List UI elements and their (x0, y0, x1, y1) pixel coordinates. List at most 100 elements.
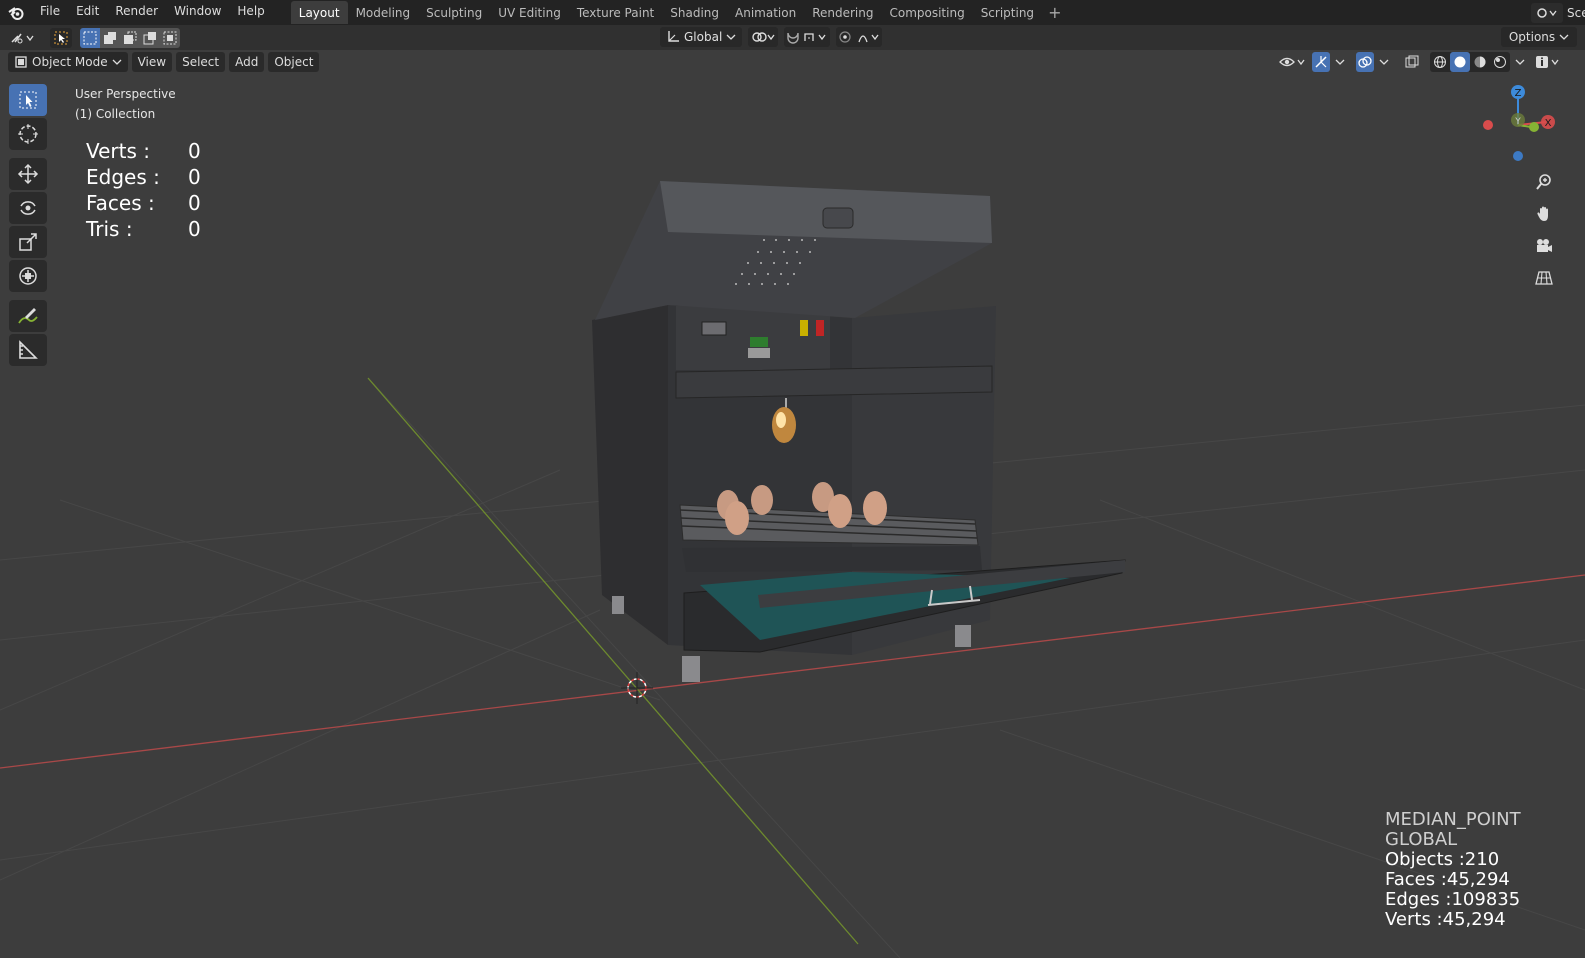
transform-orientation-dropdown[interactable]: Global (660, 27, 743, 47)
tris-label: Tris : (86, 217, 133, 241)
shading-material-button[interactable] (1470, 52, 1490, 72)
objects-count-text: Objects :210 (1385, 849, 1500, 870)
gizmo-z-label: Z (1515, 88, 1522, 99)
zoom-icon (1536, 174, 1551, 190)
menu-edit[interactable]: Edit (68, 0, 107, 25)
solid-sphere-icon (1454, 56, 1466, 68)
shading-solid-button[interactable] (1450, 52, 1470, 72)
scene-icon (1537, 7, 1557, 18)
add-workspace-button[interactable]: + (1042, 3, 1067, 22)
chevron-down-icon (726, 34, 736, 40)
overlays-toggle-button[interactable] (1356, 52, 1374, 72)
select-extend-button[interactable] (100, 27, 120, 48)
annotate-pencil-icon (18, 308, 38, 324)
tab-modeling[interactable]: Modeling (348, 1, 419, 24)
gizmo-toggle-button[interactable] (1312, 52, 1330, 72)
tool-scale[interactable] (9, 226, 47, 258)
menu-window[interactable]: Window (166, 0, 229, 25)
tab-compositing[interactable]: Compositing (881, 1, 972, 24)
select-extend-icon (104, 31, 116, 44)
tab-animation[interactable]: Animation (727, 1, 804, 24)
zoom-button[interactable] (1530, 168, 1558, 196)
incubator-model[interactable] (592, 181, 1126, 682)
tab-sculpting[interactable]: Sculpting (418, 1, 490, 24)
verts-count-text: Verts :45,294 (1385, 909, 1506, 930)
shading-dropdown[interactable] (1514, 52, 1526, 72)
tool-annotate[interactable] (9, 300, 47, 332)
info-dropdown[interactable] (1534, 52, 1562, 72)
tool-select-box[interactable] (9, 84, 47, 116)
xray-icon (1405, 55, 1419, 68)
blender-logo-icon[interactable] (0, 0, 32, 25)
tool-settings-header: Global Options (0, 25, 1585, 50)
menu-help[interactable]: Help (229, 0, 272, 25)
editor-type-button[interactable] (8, 28, 38, 48)
3d-viewport[interactable] (0, 74, 1585, 958)
select-subtract-button[interactable] (120, 27, 140, 48)
material-sphere-icon (1474, 56, 1486, 68)
selection-mode-group (80, 27, 180, 48)
edges-count-text: Edges :109835 (1385, 889, 1521, 910)
tool-rotate[interactable] (9, 192, 47, 224)
select-box-icon (19, 91, 37, 109)
gizmo-dropdown[interactable] (1334, 52, 1346, 72)
tool-shelf (8, 84, 48, 368)
tab-shading[interactable]: Shading (662, 1, 727, 24)
selection-stats: Verts : 0 Edges : 0 Faces : 0 Tris : 0 (86, 138, 201, 242)
pivot-mode-text: MEDIAN_POINT (1385, 809, 1521, 830)
tool-transform[interactable] (9, 260, 47, 292)
scene-selector-button[interactable] (1531, 2, 1563, 23)
select-new-icon (83, 31, 97, 44)
snapping-dropdown[interactable] (784, 27, 831, 47)
select-invert-button[interactable] (140, 27, 160, 48)
overlays-dropdown[interactable] (1378, 52, 1390, 72)
info-icon (1536, 56, 1559, 68)
tab-scripting[interactable]: Scripting (973, 1, 1042, 24)
options-dropdown[interactable]: Options (1500, 27, 1577, 47)
tab-texture-paint[interactable]: Texture Paint (569, 1, 662, 24)
visibility-dropdown[interactable] (1278, 52, 1308, 72)
tab-rendering[interactable]: Rendering (804, 1, 881, 24)
3d-cursor[interactable] (621, 672, 653, 704)
active-collection-label: (1) Collection (75, 107, 156, 121)
tab-layout[interactable]: Layout (290, 1, 348, 24)
axis-gizmo-icon: Z X Y (1483, 85, 1555, 161)
object-mode-dropdown[interactable]: Object Mode (8, 52, 128, 72)
menu-render[interactable]: Render (107, 0, 166, 25)
menu-file[interactable]: File (32, 0, 68, 25)
tab-uv-editing[interactable]: UV Editing (490, 1, 569, 24)
camera-view-button[interactable] (1530, 232, 1558, 260)
move-arrows-icon (17, 163, 39, 185)
proportional-editing-dropdown[interactable] (836, 27, 883, 47)
hand-pan-icon (1537, 206, 1548, 221)
tool-cursor[interactable] (9, 118, 47, 150)
tool-measure[interactable] (9, 334, 47, 366)
scene-name-label[interactable]: Scen (1567, 6, 1585, 20)
add-menu[interactable]: Add (229, 52, 265, 72)
chevron-down-icon (1515, 59, 1525, 65)
shading-rendered-button[interactable] (1490, 52, 1510, 72)
chevron-down-icon (1379, 59, 1389, 65)
tool-move[interactable] (9, 158, 47, 190)
select-tool-button[interactable] (50, 27, 72, 48)
shading-wireframe-button[interactable] (1430, 52, 1450, 72)
camera-icon (1537, 239, 1552, 252)
orientation-axes-icon (668, 31, 679, 42)
editor-type-icon (11, 33, 34, 43)
pan-button[interactable] (1530, 200, 1558, 228)
rotate-icon (20, 201, 36, 215)
magnet-snap-icon (787, 32, 826, 44)
shading-mode-group (1430, 52, 1510, 72)
xray-toggle-button[interactable] (1402, 52, 1422, 72)
select-new-button[interactable] (80, 27, 100, 48)
view-menu[interactable]: View (131, 52, 173, 72)
proportional-edit-icon (839, 31, 879, 43)
toggle-perspective-button[interactable] (1530, 264, 1558, 292)
select-menu[interactable]: Select (176, 52, 226, 72)
select-intersect-button[interactable] (160, 27, 180, 48)
navigation-gizmo[interactable]: Z X Y (1476, 80, 1566, 173)
view-perspective-label: User Perspective (75, 87, 176, 101)
pivot-point-dropdown[interactable] (748, 27, 779, 47)
viewport-navigation (1530, 168, 1558, 292)
object-menu[interactable]: Object (268, 52, 320, 72)
